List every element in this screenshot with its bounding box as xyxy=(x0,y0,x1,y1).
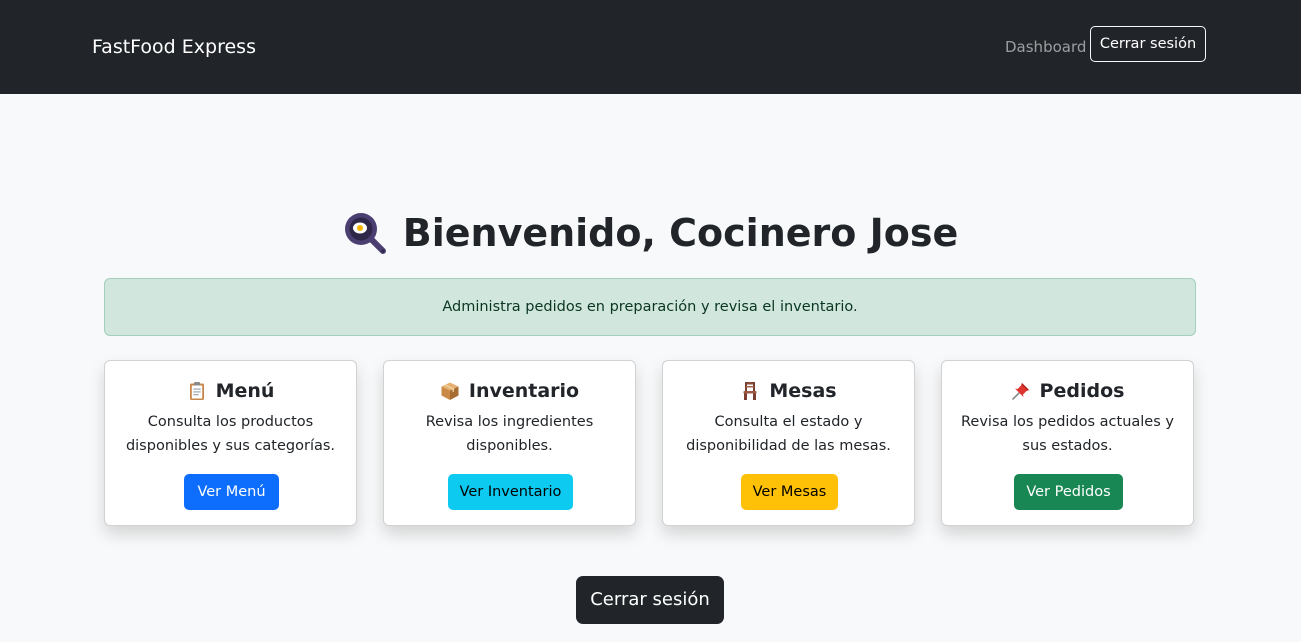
logout-button[interactable]: Cerrar sesión xyxy=(576,576,724,624)
ver-pedidos-button[interactable]: Ver Pedidos xyxy=(1014,474,1123,510)
card-title: Inventario xyxy=(384,377,635,405)
card-title-text: Menú xyxy=(215,380,275,402)
card-title: Menú xyxy=(105,377,356,405)
welcome-header: Bienvenido, Cocinero Jose xyxy=(0,205,1301,261)
ver-mesas-button[interactable]: Ver Mesas xyxy=(741,474,838,510)
card-title-text: Mesas xyxy=(769,380,837,402)
nav-link-dashboard[interactable]: Dashboard xyxy=(1005,37,1086,57)
card-description: Revisa los ingredientes disponibles. xyxy=(425,414,594,454)
frying-pan-icon xyxy=(343,211,387,255)
navbar-logout-button[interactable]: Cerrar sesión xyxy=(1090,26,1206,62)
card-title: Pedidos xyxy=(942,377,1193,405)
ver-menu-button[interactable]: Ver Menú xyxy=(184,474,279,510)
card-description: Consulta el estado y disponibilidad de l… xyxy=(686,414,891,454)
card-description: Consulta los productos disponibles y sus… xyxy=(125,414,336,454)
card-mesas: Mesas Consulta el estado y disponibilida… xyxy=(662,360,915,526)
pushpin-icon xyxy=(1011,381,1031,401)
card-title-text: Pedidos xyxy=(1039,380,1125,402)
card-description: Revisa los pedidos actuales y sus estado… xyxy=(961,414,1174,454)
chair-icon xyxy=(740,381,760,401)
info-alert: Administra pedidos en preparación y revi… xyxy=(104,278,1196,336)
card-menu: Menú Consulta los productos disponibles … xyxy=(104,360,357,526)
card-inventario: Inventario Revisa los ingredientes dispo… xyxy=(383,360,636,526)
page-title: Bienvenido, Cocinero Jose xyxy=(402,211,959,255)
package-icon xyxy=(440,381,460,401)
card-pedidos: Pedidos Revisa los pedidos actuales y su… xyxy=(941,360,1194,526)
ver-inventario-button[interactable]: Ver Inventario xyxy=(448,474,573,510)
brand-link[interactable]: FastFood Express xyxy=(92,35,256,59)
top-navbar: FastFood Express Dashboard Cerrar sesión xyxy=(0,0,1301,94)
clipboard-icon xyxy=(187,381,207,401)
card-title: Mesas xyxy=(663,377,914,405)
card-title-text: Inventario xyxy=(468,380,580,402)
